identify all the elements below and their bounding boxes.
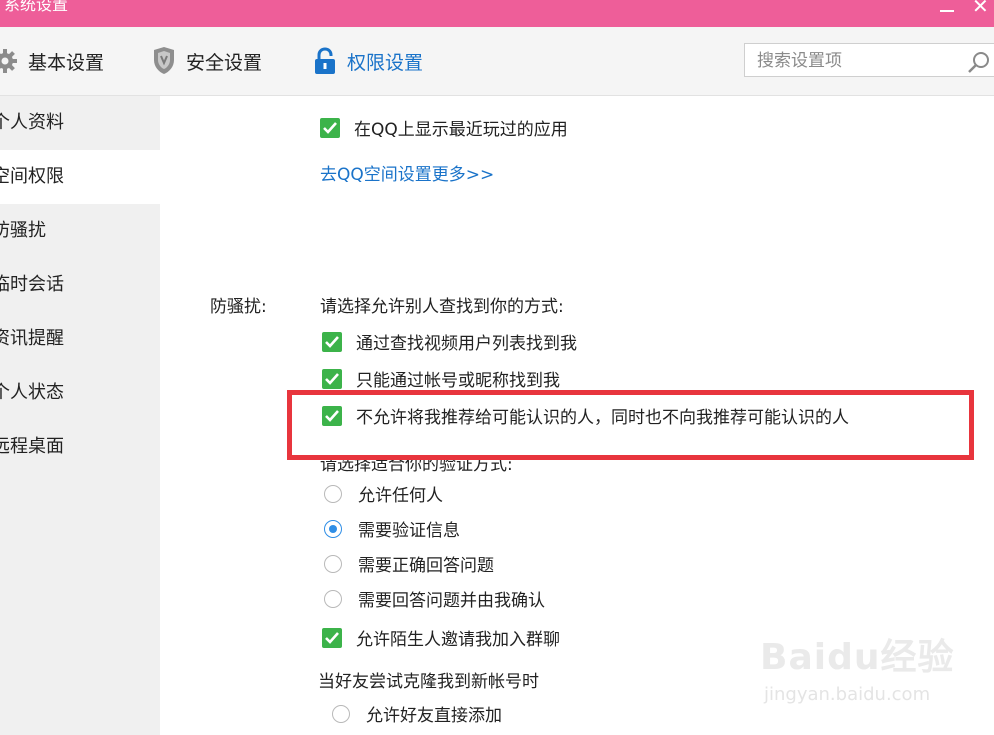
lock-icon: [313, 47, 337, 75]
option-label: 不允许将我推荐给可能认识的人，同时也不向我推荐可能认识的人: [356, 408, 849, 428]
option-label: 需要正确回答问题: [358, 556, 494, 576]
option-label: 在QQ上显示最近玩过的应用: [354, 120, 568, 140]
radio-dot: [329, 524, 337, 533]
radio-button[interactable]: [324, 484, 342, 503]
find-heading: 请选择允许别人查找到你的方式:: [320, 297, 564, 317]
search-box: [744, 43, 994, 77]
baidu-watermark: Baidu经验 jingyan.baidu.com: [760, 628, 980, 718]
radio-button[interactable]: [332, 704, 350, 723]
tab-bar: 基本设置 安全设置 权限设置: [0, 27, 994, 96]
radio-allow-direct-add[interactable]: 允许好友直接添加: [332, 701, 502, 726]
verify-heading: 请选择适合你的验证方式:: [320, 455, 513, 475]
sidebar-item-remote-desktop[interactable]: 远程桌面: [0, 420, 160, 474]
gear-icon: [0, 48, 18, 74]
option-label: 允许好友直接添加: [366, 706, 502, 726]
radio-button[interactable]: [324, 589, 342, 608]
sidebar-item-anti-harass[interactable]: 防骚扰: [0, 204, 160, 258]
radio-button[interactable]: [324, 554, 342, 573]
option-show-recent-apps[interactable]: 在QQ上显示最近玩过的应用: [320, 115, 568, 140]
title-bar: 系统设置 ✕: [0, 0, 994, 27]
find-heading-row: 请选择允许别人查找到你的方式:: [320, 292, 564, 317]
sidebar-item-profile[interactable]: 个人资料: [0, 96, 160, 150]
tab-security-settings[interactable]: 安全设置: [152, 44, 262, 78]
option-no-recommend[interactable]: 不允许将我推荐给可能认识的人，同时也不向我推荐可能认识的人: [322, 403, 849, 428]
qzone-more-row: 去QQ空间设置更多>>: [320, 160, 494, 185]
option-label: 需要验证信息: [358, 521, 460, 541]
qzone-settings-link[interactable]: 去QQ空间设置更多>>: [320, 160, 494, 185]
option-label: 需要回答问题并由我确认: [358, 591, 545, 611]
tab-label: 基本设置: [28, 51, 105, 74]
close-button[interactable]: ✕: [972, 0, 989, 16]
radio-allow-anyone[interactable]: 允许任何人: [324, 481, 443, 506]
option-group-invite[interactable]: 允许陌生人邀请我加入群聊: [322, 625, 560, 650]
shield-icon: [152, 47, 176, 75]
radio-require-message[interactable]: 需要验证信息: [324, 516, 460, 541]
search-input[interactable]: [755, 49, 959, 73]
minimize-button[interactable]: [940, 10, 954, 12]
option-find-video-list[interactable]: 通过查找视频用户列表找到我: [322, 329, 577, 354]
option-label: 通过查找视频用户列表找到我: [356, 334, 577, 354]
clone-heading-row: 当好友尝试克隆我到新帐号时: [318, 667, 539, 692]
option-find-by-account[interactable]: 只能通过帐号或昵称找到我: [322, 366, 560, 391]
radio-require-answer[interactable]: 需要正确回答问题: [324, 551, 494, 576]
verify-heading-row: 请选择适合你的验证方式:: [320, 450, 513, 475]
checkbox[interactable]: [322, 627, 342, 648]
section-label-anti-harass: 防骚扰:: [210, 297, 267, 317]
radio-button[interactable]: [324, 519, 342, 538]
window-title: 系统设置: [4, 0, 69, 14]
option-label: 允许陌生人邀请我加入群聊: [356, 630, 560, 650]
tab-basic-settings[interactable]: 基本设置: [0, 44, 104, 78]
tab-label: 权限设置: [347, 51, 424, 74]
search-icon[interactable]: [967, 50, 991, 78]
sidebar-item-news-alert[interactable]: 资讯提醒: [0, 312, 160, 366]
sidebar-item-temp-chat[interactable]: 临时会话: [0, 258, 160, 312]
option-label: 允许任何人: [358, 486, 443, 506]
tab-permission-settings[interactable]: 权限设置: [313, 44, 423, 78]
checkbox[interactable]: [322, 405, 342, 426]
clone-heading: 当好友尝试克隆我到新帐号时: [318, 672, 539, 692]
sidebar-item-space-permission[interactable]: 空间权限: [0, 150, 160, 204]
option-label: 只能通过帐号或昵称找到我: [356, 371, 560, 391]
watermark-brand: Baidu经验: [760, 637, 955, 678]
checkbox[interactable]: [320, 117, 340, 138]
radio-answer-and-confirm[interactable]: 需要回答问题并由我确认: [324, 586, 545, 611]
checkbox[interactable]: [322, 368, 342, 389]
checkbox[interactable]: [322, 331, 342, 352]
watermark-sub: jingyan.baidu.com: [764, 684, 931, 705]
tab-label: 安全设置: [186, 51, 263, 74]
sidebar: 个人资料 空间权限 防骚扰 临时会话 资讯提醒 个人状态 远程桌面: [0, 96, 160, 735]
sidebar-item-status[interactable]: 个人状态: [0, 366, 160, 420]
